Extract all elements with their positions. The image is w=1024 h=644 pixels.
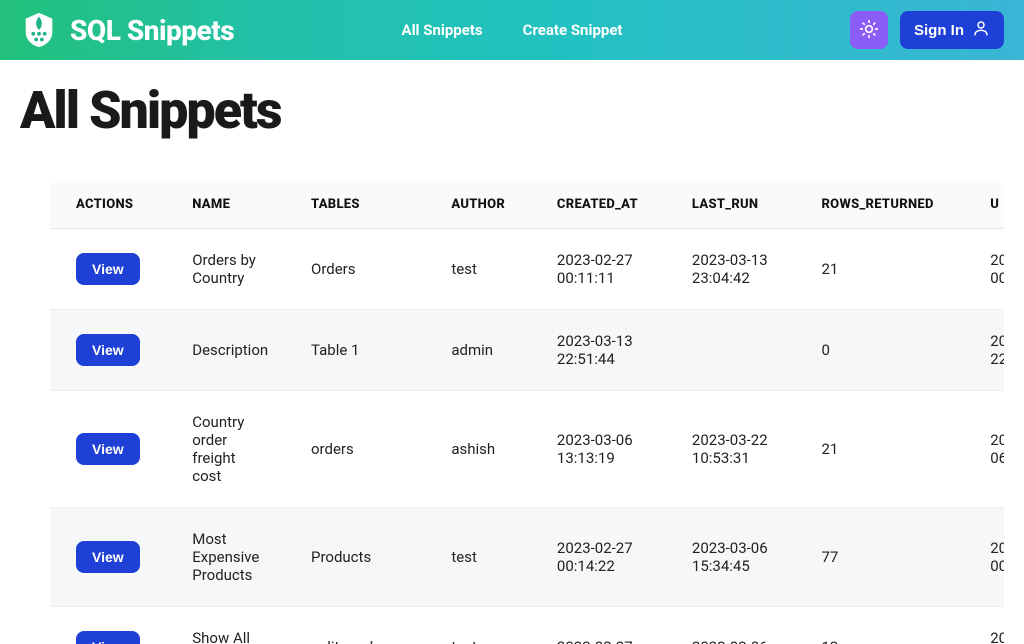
cell-actions: View xyxy=(50,508,166,607)
theme-toggle-button[interactable] xyxy=(850,11,888,49)
cell-author: test xyxy=(425,229,531,310)
table-row: View Country order freight costordersashi… xyxy=(50,391,1004,508)
cell-author: test xyxy=(425,607,531,644)
cell-actions: View xyxy=(50,391,166,508)
snippets-table: ACTIONS NAME TABLES AUTHOR CREATED_AT LA… xyxy=(50,181,1004,644)
view-button[interactable]: View xyxy=(76,253,140,285)
cell-name: Orders by Country xyxy=(166,229,285,310)
cell-name: Show All Tables xyxy=(166,607,285,644)
brand-title: SQL Snippets xyxy=(70,14,234,47)
cell-author: admin xyxy=(425,310,531,391)
sign-in-label: Sign In xyxy=(914,22,964,39)
cell-created-at: 2023-02-27 xyxy=(531,607,666,644)
th-last-run: LAST_RUN xyxy=(666,181,796,229)
sign-in-button[interactable]: Sign In xyxy=(900,11,1004,49)
header-actions: Sign In xyxy=(850,11,1004,49)
table-row: View DescriptionTable 1admin2023-03-13 22… xyxy=(50,310,1004,391)
cell-last-run: 2023-03-22 10:53:31 xyxy=(666,391,796,508)
cell-rows-returned: 13 xyxy=(795,607,964,644)
th-author: AUTHOR xyxy=(425,181,531,229)
cell-name: Most Expensive Products xyxy=(166,508,285,607)
cell-tables: Products xyxy=(285,508,425,607)
cell-name: Country order freight cost xyxy=(166,391,285,508)
cell-rows-returned: 21 xyxy=(795,391,964,508)
cell-last-run xyxy=(666,310,796,391)
table-row: ViewShow All Tablessqlite_schematest2023… xyxy=(50,607,1004,644)
cell-updated-at: 20 00 xyxy=(964,229,1004,310)
th-rows-returned: ROWS_RETURNED xyxy=(795,181,964,229)
th-updated-at: U xyxy=(964,181,1004,229)
cell-updated-at: 20 22 xyxy=(964,310,1004,391)
page-content: All Snippets ACTIONS NAME TABLES AUTHOR … xyxy=(0,60,1024,644)
cell-last-run: 2023-03-06 15:34:45 xyxy=(666,508,796,607)
user-icon xyxy=(972,19,990,41)
cell-rows-returned: 77 xyxy=(795,508,964,607)
view-button[interactable]: View xyxy=(76,541,140,573)
cell-last-run: 2023-03-06 xyxy=(666,607,796,644)
th-tables: TABLES xyxy=(285,181,425,229)
cell-created-at: 2023-02-27 00:11:11 xyxy=(531,229,666,310)
sun-icon xyxy=(859,19,879,42)
app-header: SQL Snippets All Snippets Create Snippet xyxy=(0,0,1024,60)
cell-rows-returned: 21 xyxy=(795,229,964,310)
cell-last-run: 2023-03-13 23:04:42 xyxy=(666,229,796,310)
cell-tables: Table 1 xyxy=(285,310,425,391)
nav-create-snippet[interactable]: Create Snippet xyxy=(523,21,623,39)
view-button[interactable]: View xyxy=(76,334,140,366)
nav-all-snippets[interactable]: All Snippets xyxy=(402,21,483,39)
th-actions: ACTIONS xyxy=(50,181,166,229)
cell-updated-at: 20 00 xyxy=(964,508,1004,607)
table-row: View Orders by CountryOrderstest2023-02-2… xyxy=(50,229,1004,310)
cell-rows-returned: 0 xyxy=(795,310,964,391)
th-created-at: CREATED_AT xyxy=(531,181,666,229)
table-row: ViewMost Expensive ProductsProductstest2… xyxy=(50,508,1004,607)
th-name: NAME xyxy=(166,181,285,229)
cell-updated-at: 20 06 xyxy=(964,391,1004,508)
cell-created-at: 2023-03-13 22:51:44 xyxy=(531,310,666,391)
cell-created-at: 2023-03-06 13:13:19 xyxy=(531,391,666,508)
cell-author: test xyxy=(425,508,531,607)
cell-tables: orders xyxy=(285,391,425,508)
cell-actions: View xyxy=(50,310,166,391)
cell-actions: View xyxy=(50,229,166,310)
top-nav: All Snippets Create Snippet xyxy=(402,21,623,39)
cell-updated-at: 20 06 xyxy=(964,607,1004,644)
brand[interactable]: SQL Snippets xyxy=(20,11,234,49)
cell-tables: sqlite_schema xyxy=(285,607,425,644)
view-button[interactable]: View xyxy=(76,433,140,465)
cell-author: ashish xyxy=(425,391,531,508)
cell-tables: Orders xyxy=(285,229,425,310)
snippets-table-wrap: ACTIONS NAME TABLES AUTHOR CREATED_AT LA… xyxy=(50,181,1004,644)
cell-created-at: 2023-02-27 00:14:22 xyxy=(531,508,666,607)
brand-logo-icon xyxy=(20,11,58,49)
cell-name: Description xyxy=(166,310,285,391)
cell-actions: View xyxy=(50,607,166,644)
view-button[interactable]: View xyxy=(76,631,140,644)
page-title: All Snippets xyxy=(20,80,1004,141)
